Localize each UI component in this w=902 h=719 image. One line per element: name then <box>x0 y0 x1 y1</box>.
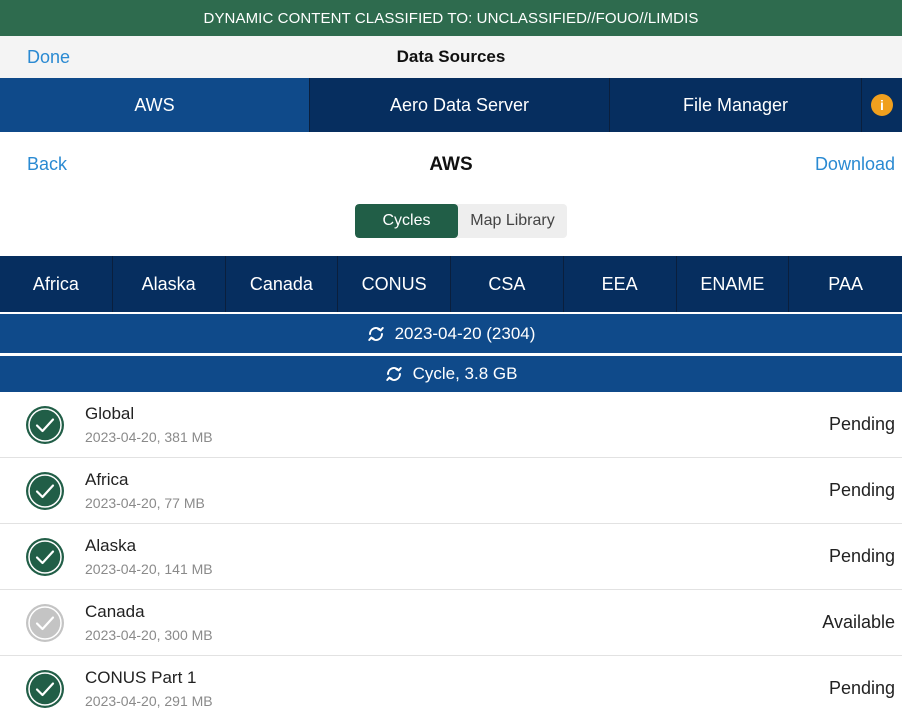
classification-banner: DYNAMIC CONTENT CLASSIFIED TO: UNCLASSIF… <box>0 0 902 36</box>
region-tab-ename[interactable]: ENAME <box>677 256 790 312</box>
item-status: Pending <box>828 678 895 698</box>
item-status: Pending <box>828 546 895 566</box>
item-name: Africa <box>85 470 129 489</box>
page-title: Data Sources <box>396 47 506 66</box>
tab-aero-data-server-label: Aero Data Server <box>389 94 530 115</box>
item-meta: 2023-04-20, 300 MB <box>85 627 213 643</box>
section-header: Back AWS Download <box>0 132 902 196</box>
region-tab-paa[interactable]: PAA <box>789 256 902 312</box>
info-icon: i <box>871 94 893 116</box>
list-item[interactable]: Alaska 2023-04-20, 141 MB Pending <box>0 524 902 590</box>
segment-cycles[interactable]: Cycles <box>355 204 458 238</box>
region-tab-csa[interactable]: CSA <box>451 256 564 312</box>
item-name: Canada <box>85 602 145 621</box>
tab-file-manager[interactable]: File Manager <box>610 78 862 132</box>
list-item[interactable]: CONUS Part 1 2023-04-20, 291 MB Pending <box>0 656 902 719</box>
item-status: Available <box>822 612 895 632</box>
region-tab-eea[interactable]: EEA <box>564 256 677 312</box>
region-tabs: Africa Alaska Canada CONUS CSA EEA ENAME… <box>0 256 902 312</box>
checked-circle-icon[interactable] <box>25 405 65 445</box>
region-tab-alaska[interactable]: Alaska <box>113 256 226 312</box>
download-button[interactable]: Download <box>815 154 895 175</box>
tab-aws[interactable]: AWS <box>0 78 310 132</box>
item-status: Pending <box>828 480 895 500</box>
region-tab-conus[interactable]: CONUS <box>338 256 451 312</box>
list-item[interactable]: Canada 2023-04-20, 300 MB Available <box>0 590 902 656</box>
region-tab-africa[interactable]: Africa <box>0 256 113 312</box>
list-item[interactable]: Global 2023-04-20, 381 MB Pending <box>0 392 902 458</box>
item-meta: 2023-04-20, 291 MB <box>85 693 213 709</box>
classification-text: DYNAMIC CONTENT CLASSIFIED TO: UNCLASSIF… <box>203 9 699 27</box>
cycle-size-bar[interactable]: Cycle, 3.8 GB <box>0 356 902 392</box>
item-name: CONUS Part 1 <box>85 668 197 687</box>
list-item[interactable]: Africa 2023-04-20, 77 MB Pending <box>0 458 902 524</box>
item-meta: 2023-04-20, 77 MB <box>85 495 205 511</box>
view-segmented-control: Cycles Map Library <box>355 204 567 238</box>
tab-aws-label: AWS <box>134 94 175 115</box>
item-name: Alaska <box>85 536 137 555</box>
info-button[interactable]: i <box>862 78 902 132</box>
source-tabs: AWS Aero Data Server File Manager i <box>0 78 902 132</box>
checked-circle-icon[interactable] <box>25 471 65 511</box>
download-list: Global 2023-04-20, 381 MB Pending Africa… <box>0 392 902 719</box>
tab-file-manager-label: File Manager <box>682 94 789 115</box>
cycle-date-bar[interactable]: 2023-04-20 (2304) <box>0 314 902 353</box>
region-tab-canada[interactable]: Canada <box>226 256 339 312</box>
sync-icon <box>367 325 385 343</box>
top-navbar: Done Data Sources <box>0 36 902 78</box>
item-meta: 2023-04-20, 141 MB <box>85 561 213 577</box>
done-button[interactable]: Done <box>27 47 70 68</box>
section-title: AWS <box>429 154 473 175</box>
item-meta: 2023-04-20, 381 MB <box>85 429 213 445</box>
item-status: Pending <box>828 414 895 434</box>
checked-circle-icon[interactable] <box>25 537 65 577</box>
segment-map-library[interactable]: Map Library <box>458 204 567 238</box>
cycle-date-label: 2023-04-20 (2304) <box>394 323 536 343</box>
unchecked-circle-icon[interactable] <box>25 603 65 643</box>
item-name: Global <box>85 404 135 423</box>
tab-aero-data-server[interactable]: Aero Data Server <box>310 78 610 132</box>
checked-circle-icon[interactable] <box>25 669 65 709</box>
cycle-size-label: Cycle, 3.8 GB <box>412 364 518 383</box>
sync-icon <box>385 365 403 383</box>
